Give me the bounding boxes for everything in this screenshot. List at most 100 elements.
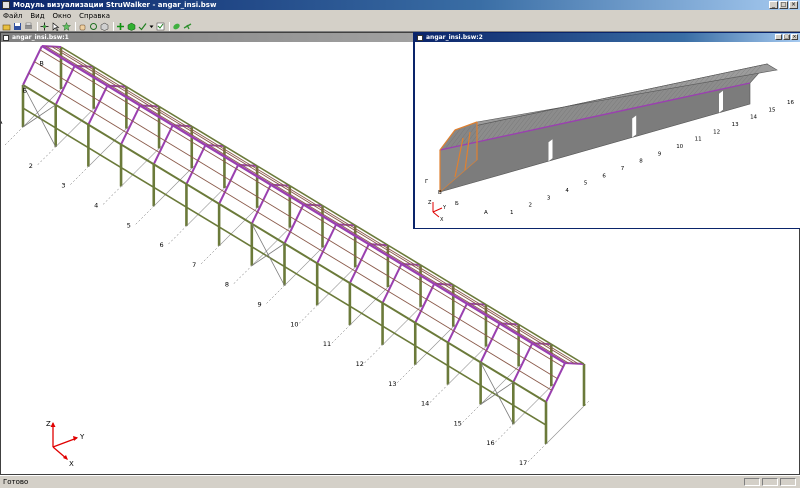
purlin [486,350,520,371]
eave-beam [218,203,253,225]
eave-beam [518,323,552,345]
dropdown-icon[interactable] [149,22,154,31]
eave-beam [420,264,454,286]
close-button[interactable]: × [789,1,798,9]
svg-text:X: X [440,217,444,223]
maximize-button[interactable]: □ [779,1,788,9]
frame-axis-label: 4 [565,188,569,194]
status-panel [744,478,760,486]
frame-axis-label: 15 [769,107,776,113]
svg-text:Y: Y [442,205,447,211]
rafter [545,362,566,403]
move-icon[interactable] [40,22,49,31]
purlin [355,271,389,292]
frame-axis-label: 3 [547,195,551,201]
eave-beam [87,123,122,146]
child-close-button[interactable]: × [791,34,798,40]
eave-beam [382,302,416,324]
secondary-view-window[interactable]: angar_insi.bsw:2 _ □ × 1 2 3 4 5 6 7 8 9 10 11 12 13… [413,32,800,229]
frame-axis-label: 12 [713,129,720,135]
structure-3d-model-clad[interactable]: 12345678910111213141516АБВГ Z Y X [415,42,800,228]
z-axis-label: Z [46,420,51,428]
eave-beam [93,66,127,88]
menu-file[interactable]: Файл [3,12,22,20]
eave-beam [191,125,225,147]
eave-beam [158,105,193,127]
row-axis-label: В [438,190,442,196]
purlin [410,264,444,285]
purlin [345,224,379,246]
purlin [182,125,216,146]
title-bar[interactable]: Модуль визуализации StruWalker - angar_i… [0,0,800,10]
document-icon [417,34,423,41]
app-window: Модуль визуализации StruWalker - angar_i… [0,0,800,488]
frame-axis-label: 16 [787,100,794,106]
eave-beam [322,204,356,226]
door-opening [632,115,637,138]
purlin [257,211,291,233]
cube-green-icon[interactable] [127,22,136,31]
frame-axis-label: 10 [676,144,683,150]
open-icon[interactable] [2,22,11,31]
check-icon[interactable] [138,22,147,31]
door-opening [548,139,553,162]
menu-window[interactable]: Окно [53,12,72,20]
purlin [28,72,62,94]
frame-axis-label: 14 [750,115,757,121]
toolbar-separator [169,21,170,31]
door-opening [719,90,723,113]
eave-beam [485,303,520,326]
secondary-3d-viewport[interactable]: 1 2 3 4 5 6 7 8 9 10 11 12 13 14 15 16 А Б В Г Z Y X [415,42,800,228]
frame-axis-label: 16 [486,439,494,447]
hand-icon[interactable] [78,22,87,31]
base-beam [545,405,585,445]
plane-icon[interactable] [183,22,192,31]
purlin [388,290,422,312]
purlin [224,191,258,213]
child-maximize-button[interactable]: □ [783,34,790,40]
frame-axis-label: 6 [602,173,606,179]
mdi-area: angar_insi.bsw:1 12345678910111213141516… [0,32,800,475]
eave-beam [55,103,89,126]
rotate-icon[interactable] [89,22,98,31]
purlin [541,343,575,364]
select-icon[interactable] [51,21,60,31]
purlin [312,204,346,226]
plus-icon[interactable] [116,22,125,31]
purlin [378,244,412,265]
purlin [518,370,552,391]
minimize-button[interactable]: _ [769,1,778,9]
child-minimize-button[interactable]: _ [775,34,782,40]
print-icon[interactable] [24,22,33,31]
leaf-icon[interactable] [172,22,181,31]
frame-axis-label: 5 [584,181,588,187]
frame-axis-label: 8 [225,281,229,289]
frame-axis-label: 13 [732,122,739,128]
toolbar [0,21,800,32]
menu-bar: Файл Вид Окно Справка [0,10,800,21]
menu-view[interactable]: Вид [30,12,44,20]
eave-beam [185,183,220,205]
purlin [51,46,85,67]
purlin [159,152,193,173]
clad-building [439,63,778,193]
eave-beam [349,282,384,304]
row-axis-label: Г [425,179,429,185]
purlin [116,85,150,107]
purlin [214,145,248,166]
eave-beam [316,262,351,284]
save-icon[interactable] [13,22,22,31]
row-axis-label: Б [23,86,27,94]
menu-help[interactable]: Справка [79,12,110,20]
eave-beam [256,165,291,187]
hide-icon[interactable] [156,22,165,31]
frame-axis-label: 11 [695,137,702,143]
frame-axis-label: 4 [94,201,98,209]
frame-axis-label: 17 [519,459,527,467]
star-icon[interactable] [62,21,71,31]
purlin [453,330,487,352]
box-icon[interactable] [100,22,109,31]
secondary-view-titlebar[interactable]: angar_insi.bsw:2 _ □ × [415,33,800,42]
purlin [443,283,477,305]
frame-axis-label: 9 [658,151,662,157]
